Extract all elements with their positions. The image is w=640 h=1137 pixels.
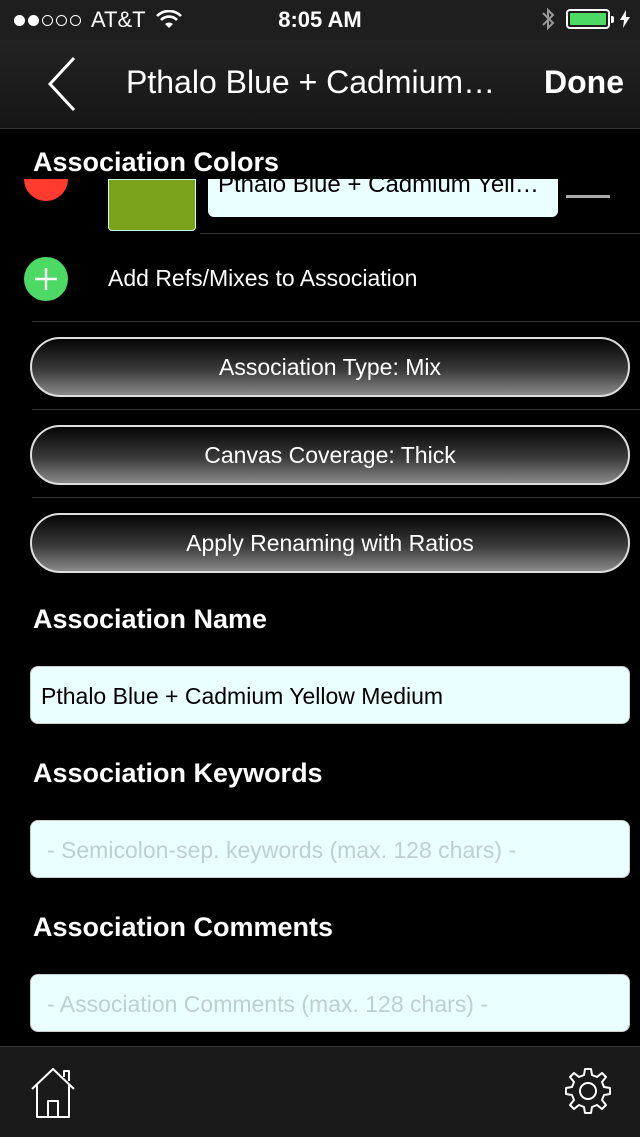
add-refs-row[interactable]: Add Refs/Mixes to Association	[0, 235, 640, 321]
gear-icon[interactable]	[562, 1065, 614, 1117]
association-name-title: Association Name	[33, 604, 268, 634]
canvas-coverage-button[interactable]: Canvas Coverage: Thick	[30, 425, 630, 485]
add-refs-label[interactable]: Add Refs/Mixes to Association	[108, 265, 417, 292]
association-comments-input[interactable]: - Association Comments (max. 128 chars) …	[30, 974, 630, 1032]
association-type-button[interactable]: Association Type: Mix	[30, 337, 630, 397]
charging-icon	[620, 10, 630, 28]
association-name-input[interactable]: Pthalo Blue + Cadmium Yellow Medium	[30, 666, 630, 724]
color-swatch[interactable]	[108, 179, 196, 231]
done-button[interactable]: Done	[544, 64, 624, 101]
color-name-field[interactable]: Pthalo Blue + Cadmium Yell…	[208, 179, 558, 217]
divider	[32, 321, 640, 322]
association-comments-title: Association Comments	[33, 912, 334, 942]
status-right	[540, 6, 630, 32]
status-bar: AT&T 8:05 AM	[0, 0, 640, 40]
association-keywords-input[interactable]: - Semicolon-sep. keywords (max. 128 char…	[30, 820, 630, 878]
bottom-toolbar	[0, 1046, 640, 1137]
association-keywords-title: Association Keywords	[33, 758, 323, 788]
divider	[200, 233, 640, 234]
home-icon[interactable]	[28, 1065, 78, 1121]
reorder-handle-icon[interactable]	[566, 195, 610, 198]
navigation-bar: Pthalo Blue + Cadmium… Done	[0, 40, 640, 129]
add-icon[interactable]	[24, 257, 68, 301]
divider	[32, 409, 640, 410]
bluetooth-icon	[542, 7, 555, 31]
main-content[interactable]: Association Colors Pthalo Blue + Cadmium…	[0, 129, 640, 1046]
page-title: Pthalo Blue + Cadmium…	[126, 64, 496, 100]
divider	[32, 497, 640, 498]
color-list-item[interactable]: Pthalo Blue + Cadmium Yell…	[0, 179, 640, 234]
chevron-left-icon[interactable]	[40, 54, 90, 114]
apply-renaming-button[interactable]: Apply Renaming with Ratios	[30, 513, 630, 573]
association-colors-title: Association Colors	[33, 147, 280, 177]
battery-icon	[566, 9, 614, 29]
remove-color-button[interactable]	[24, 179, 68, 201]
